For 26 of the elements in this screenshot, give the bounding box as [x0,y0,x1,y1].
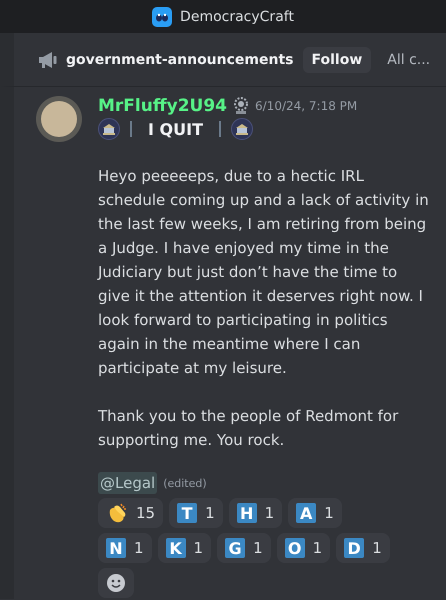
window-title: DemocracyCraft [180,8,294,24]
reaction-button[interactable]: G 1 [217,533,271,563]
megaphone-icon [38,50,58,68]
reaction-button[interactable]: D 1 [336,533,390,563]
all-channels-link[interactable]: All c... [387,52,430,68]
reaction-button[interactable]: T 1 [169,498,223,528]
reaction-button[interactable]: O 1 [276,533,330,563]
reaction-button[interactable]: N 1 [98,533,152,563]
role-mention[interactable]: @Legal [98,472,158,494]
channel-name: government-announcements [66,52,294,68]
follow-button[interactable]: Follow [302,46,372,72]
reaction-button[interactable]: A 1 [288,498,342,528]
edited-label: (edited) [163,476,207,490]
message-paragraph: Thank you to the people of Redmont for supporting me. You rock. [98,406,400,451]
bank-icon [98,118,120,140]
message-paragraph: Heyo peeeeeps, due to a hectic IRL schedule coming up and a lack of activity in the last few weeks, I am retiring from being a Judge. I have enjoyed my time in the Judiciary but just don’t have the time to give it the attention it deserves right now. I look forward to participating in politics again in the meantime where I can participate at my leisure. [98,166,430,379]
reaction-button[interactable]: 15 [98,498,164,528]
reaction-button[interactable]: K 1 [158,533,212,563]
add-reaction-button[interactable] [98,568,134,598]
reaction-button[interactable]: H 1 [228,498,282,528]
author-name[interactable]: MrFluffy2U94 [98,96,227,116]
smiley-icon [106,573,126,593]
message-heading: I QUIT [147,120,204,138]
avatar[interactable] [36,96,82,142]
timestamp: 6/10/24, 7:18 PM [255,99,358,113]
bank-icon [230,118,253,140]
